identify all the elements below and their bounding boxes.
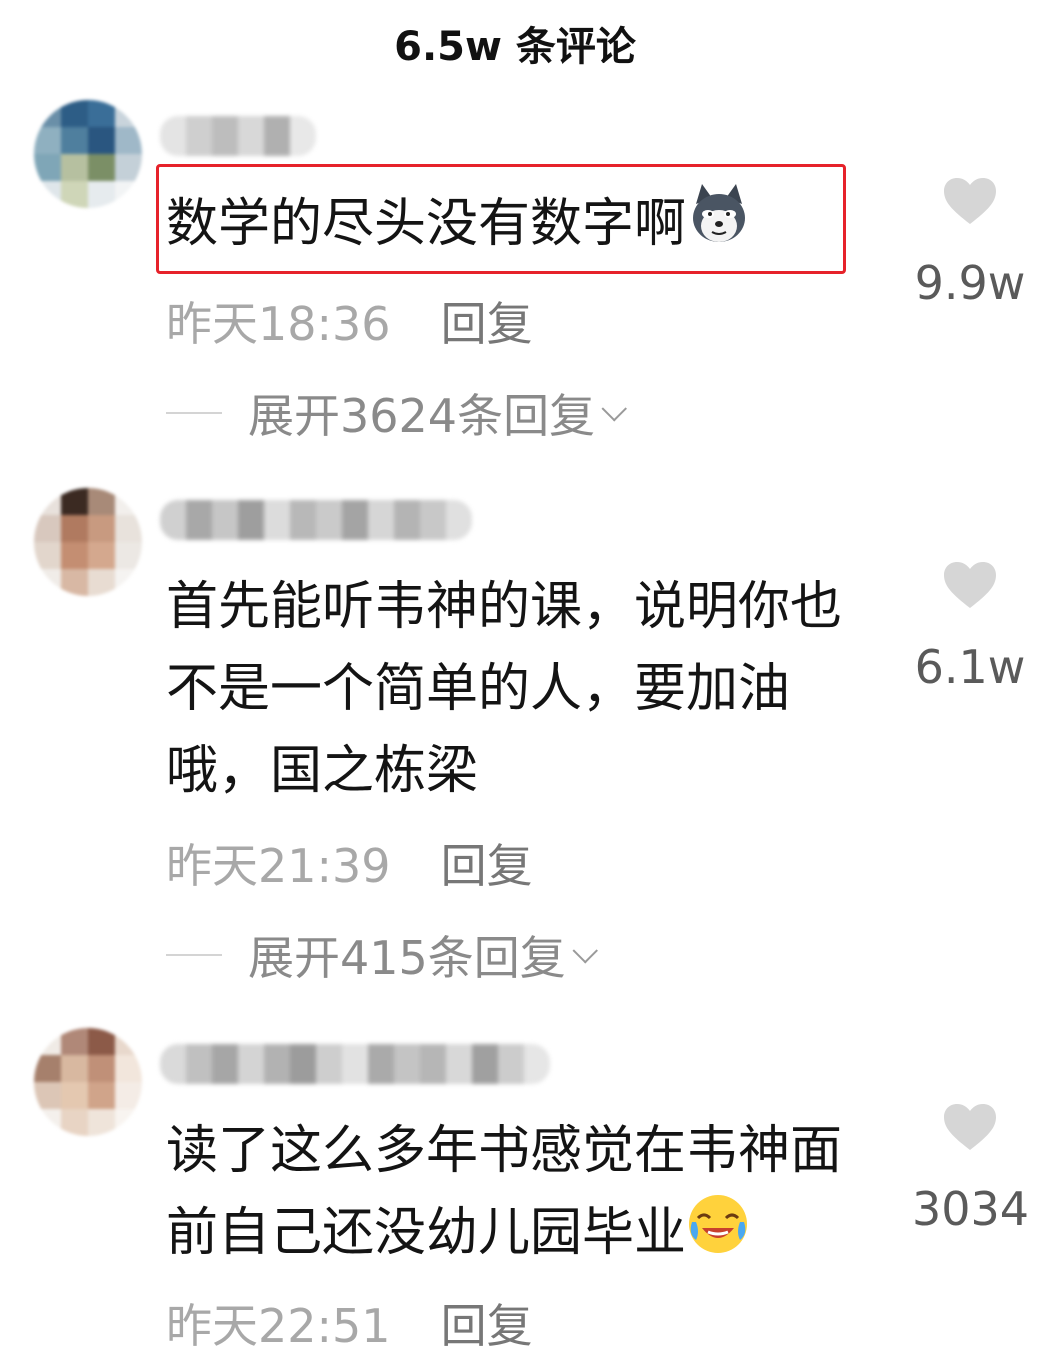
chevron-down-icon [601,396,628,422]
heart-icon [944,1104,996,1150]
like-button[interactable]: 3034 [912,1102,1030,1236]
username[interactable] [160,500,472,540]
divider-line [166,412,222,414]
username[interactable] [160,1044,550,1084]
avatar[interactable] [34,1028,142,1136]
comment-meta: 昨天22:51 回复 [166,1290,533,1356]
reply-button[interactable]: 回复 [441,297,533,351]
comment-text: 读了这么多年书感觉在韦神面 前自己还没幼儿园毕业 [166,1110,906,1280]
reply-button[interactable]: 回复 [441,839,533,893]
like-count: 9.9w [914,256,1026,310]
heart-icon [944,178,996,224]
timestamp: 昨天21:39 [166,839,391,893]
divider-line [166,954,222,956]
comment-text: 首先能听韦神的课，说明你也 不是一个简单的人，要加油 哦，国之栋梁 [166,577,843,801]
laugh-cry-icon [686,1192,750,1280]
like-button[interactable]: 6.1w [912,560,1028,694]
comment-text: 数学的尽头没有数字啊 [166,182,752,272]
expand-replies-button[interactable]: 展开3624条回复 [166,380,628,446]
expand-label: 展开415条回复 [248,931,566,985]
avatar[interactable] [34,100,142,208]
comment-meta: 昨天21:39 回复 [166,830,533,896]
heart-icon [944,562,996,608]
expand-label: 展开3624条回复 [248,389,596,443]
like-count: 6.1w [914,640,1026,694]
page-title: 6.5w 条评论 [394,24,636,70]
like-button[interactable]: 9.9w [912,176,1028,310]
chevron-down-icon [572,938,598,964]
timestamp: 昨天18:36 [166,297,391,351]
username[interactable] [160,116,316,156]
comment-meta: 昨天18:36 回复 [166,288,533,354]
timestamp: 昨天22:51 [166,1299,391,1353]
reply-button[interactable]: 回复 [441,1299,533,1353]
expand-replies-button[interactable]: 展开415条回复 [166,922,598,988]
avatar[interactable] [34,488,142,596]
husky-dog-icon [686,182,752,272]
like-count: 3034 [912,1182,1030,1236]
